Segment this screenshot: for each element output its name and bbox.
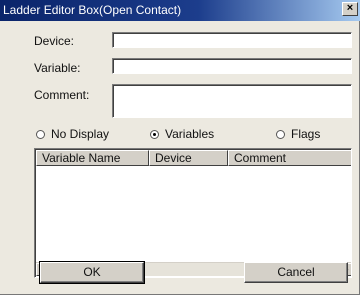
radio-no-display[interactable]: No Display: [36, 127, 109, 141]
variable-field[interactable]: [112, 58, 352, 74]
window-title: Ladder Editor Box(Open Contact): [3, 3, 182, 17]
radio-button-selected-icon[interactable]: [150, 129, 159, 139]
comment-field[interactable]: [112, 84, 352, 118]
comment-input[interactable]: [113, 85, 351, 117]
ok-button[interactable]: OK: [39, 261, 145, 284]
radio-button-icon[interactable]: [36, 129, 45, 139]
close-icon: ×: [346, 2, 354, 14]
device-label: Device:: [34, 34, 75, 48]
radio-flags-label: Flags: [291, 127, 321, 141]
column-device[interactable]: Device: [149, 150, 228, 166]
list-header: Variable Name Device Comment: [36, 150, 351, 166]
comment-label: Comment:: [34, 88, 90, 102]
column-comment[interactable]: Comment: [228, 150, 351, 166]
column-variable-name[interactable]: Variable Name: [36, 150, 149, 166]
cancel-button[interactable]: Cancel: [244, 262, 348, 283]
radio-variables[interactable]: Variables: [150, 127, 214, 141]
device-input[interactable]: [113, 33, 351, 47]
variable-label: Variable:: [34, 61, 81, 75]
variable-input[interactable]: [113, 59, 351, 73]
radio-button-icon[interactable]: [276, 129, 285, 139]
radio-flags[interactable]: Flags: [276, 127, 320, 141]
device-field[interactable]: [112, 32, 352, 48]
title-bar[interactable]: Ladder Editor Box(Open Contact) ×: [0, 0, 360, 21]
radio-variables-label: Variables: [165, 127, 215, 141]
variable-list[interactable]: Variable Name Device Comment ◀ ▶: [34, 148, 352, 278]
ladder-editor-dialog: Ladder Editor Box(Open Contact) × Device…: [0, 0, 360, 295]
radio-no-display-label: No Display: [51, 127, 110, 141]
close-button[interactable]: ×: [342, 2, 358, 16]
